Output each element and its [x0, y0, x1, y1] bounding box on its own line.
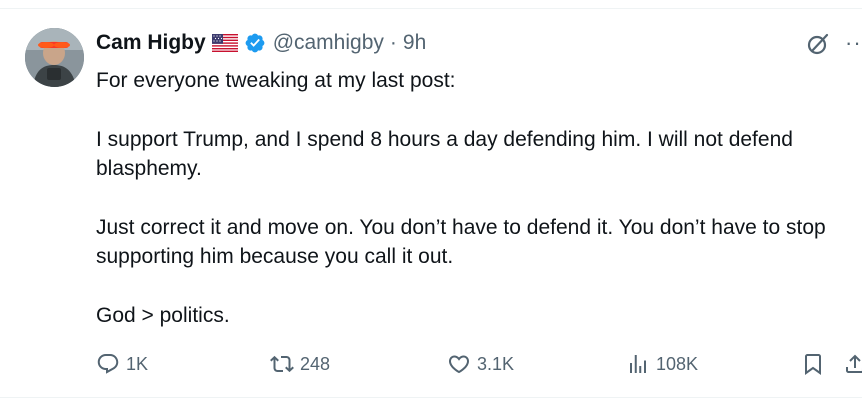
us-flag-icon [211, 34, 238, 52]
post-header: Cam Higby @camhigby · 9h [96, 28, 426, 58]
bookmark-button[interactable] [801, 350, 825, 378]
reply-icon [97, 354, 119, 374]
author-name[interactable]: Cam Higby [96, 31, 206, 55]
repost-button[interactable]: 248 [270, 350, 330, 378]
like-button[interactable]: 3.1K [447, 350, 514, 378]
views-chart-icon [630, 355, 646, 373]
post-text: For everyone tweaking at my last post: I… [96, 66, 862, 330]
top-divider [0, 8, 862, 9]
grok-icon[interactable] [805, 31, 831, 57]
views-count: 108K [656, 353, 699, 374]
post-paragraph: I support Trump, and I spend 8 hours a d… [96, 128, 799, 180]
bookmark-icon [805, 354, 821, 375]
like-count: 3.1K [477, 353, 515, 374]
reply-button[interactable]: 1K [96, 350, 148, 378]
views-button[interactable]: 108K [626, 350, 698, 378]
share-icon [846, 354, 862, 373]
separator-dot: · [389, 31, 397, 54]
heart-icon [448, 355, 470, 374]
avatar[interactable] [25, 28, 84, 87]
verified-badge-icon[interactable] [244, 32, 266, 54]
repost-count: 248 [300, 353, 331, 374]
post-paragraph: God > politics. [96, 304, 230, 327]
bottom-divider [0, 397, 862, 398]
more-dots-icon[interactable]: ·· [845, 30, 862, 56]
author-handle[interactable]: @camhigby [273, 31, 384, 55]
action-bar: 1K 248 3.1K 108K [96, 350, 862, 378]
post-paragraph: For everyone tweaking at my last post: [96, 69, 456, 92]
reply-count: 1K [126, 353, 149, 374]
post-paragraph: Just correct it and move on. You don’t h… [96, 216, 832, 268]
post-time[interactable]: 9h [403, 31, 426, 55]
repost-icon [270, 355, 294, 373]
share-button[interactable] [843, 350, 862, 378]
